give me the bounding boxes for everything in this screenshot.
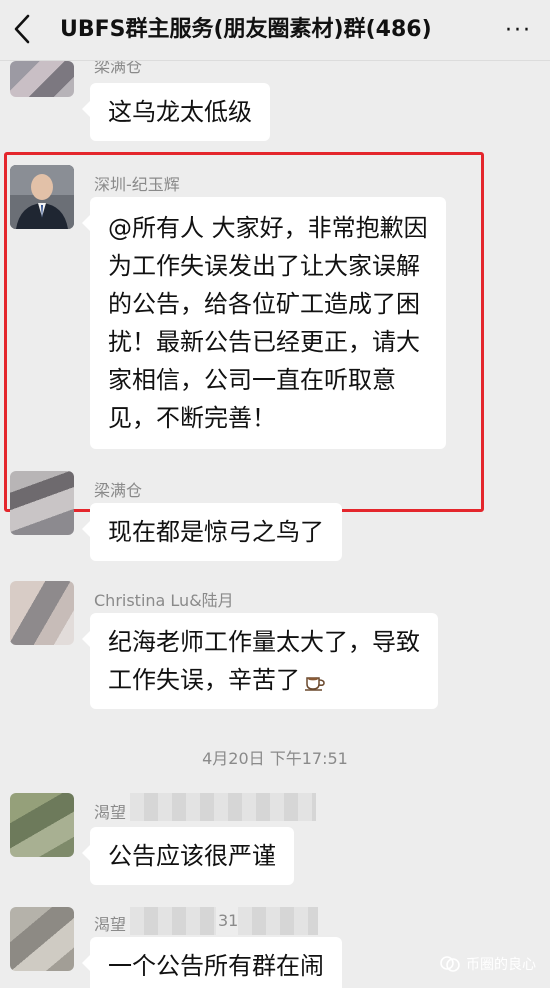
watermark-text: 币圈的良心: [466, 957, 536, 973]
coffee-icon: [305, 677, 325, 691]
chat-area[interactable]: 梁满仓 这乌龙太低级 深圳-纪玉辉 @所有人 大家好，非常抱歉因 为工作失误发出…: [0, 61, 550, 988]
more-dots-icon[interactable]: ···: [505, 18, 532, 43]
redacted-name: [130, 793, 316, 821]
message-text: 纪海老师工作量太大了，导致: [108, 628, 420, 656]
sender-name-suffix: 31: [218, 911, 239, 930]
avatar[interactable]: [10, 581, 74, 645]
sender-name: 渴望: [94, 803, 127, 822]
highlight-box: [4, 152, 484, 512]
watermark: 币圈的良心: [440, 954, 536, 974]
message-bubble[interactable]: 纪海老师工作量太大了，导致 工作失误，辛苦了: [82, 613, 438, 709]
redacted-name: [238, 907, 318, 935]
sender-name: 梁满仓: [94, 481, 143, 500]
wechat-channel-icon: [440, 956, 460, 972]
avatar[interactable]: [10, 907, 74, 971]
message-text: 一个公告所有群在闹: [108, 952, 324, 980]
sender-name: Christina Lu&陆月: [94, 591, 234, 610]
message-bubble[interactable]: 一个公告所有群在闹: [82, 937, 342, 988]
message-text: 工作失误，辛苦了: [108, 666, 300, 694]
message-bubble[interactable]: 公告应该很严谨: [82, 827, 294, 885]
avatar[interactable]: [10, 61, 74, 97]
title-bar: UBFS群主服务(朋友圈素材)群(486) ···: [0, 0, 550, 61]
message-bubble[interactable]: 现在都是惊弓之鸟了: [82, 503, 342, 561]
message-bubble[interactable]: 这乌龙太低级: [82, 83, 270, 141]
timestamp: 4月20日 下午17:51: [202, 749, 348, 768]
sender-name: 渴望: [94, 915, 127, 934]
avatar[interactable]: [10, 793, 74, 857]
message-text: 这乌龙太低级: [108, 98, 252, 126]
message-text: 公告应该很严谨: [108, 842, 276, 870]
avatar[interactable]: [10, 471, 74, 535]
sender-name: 梁满仓: [94, 61, 143, 76]
chevron-left-icon[interactable]: [10, 12, 36, 46]
message-text: 现在都是惊弓之鸟了: [108, 518, 324, 546]
redacted-name: [130, 907, 216, 935]
chat-title: UBFS群主服务(朋友圈素材)群(486): [60, 17, 432, 42]
